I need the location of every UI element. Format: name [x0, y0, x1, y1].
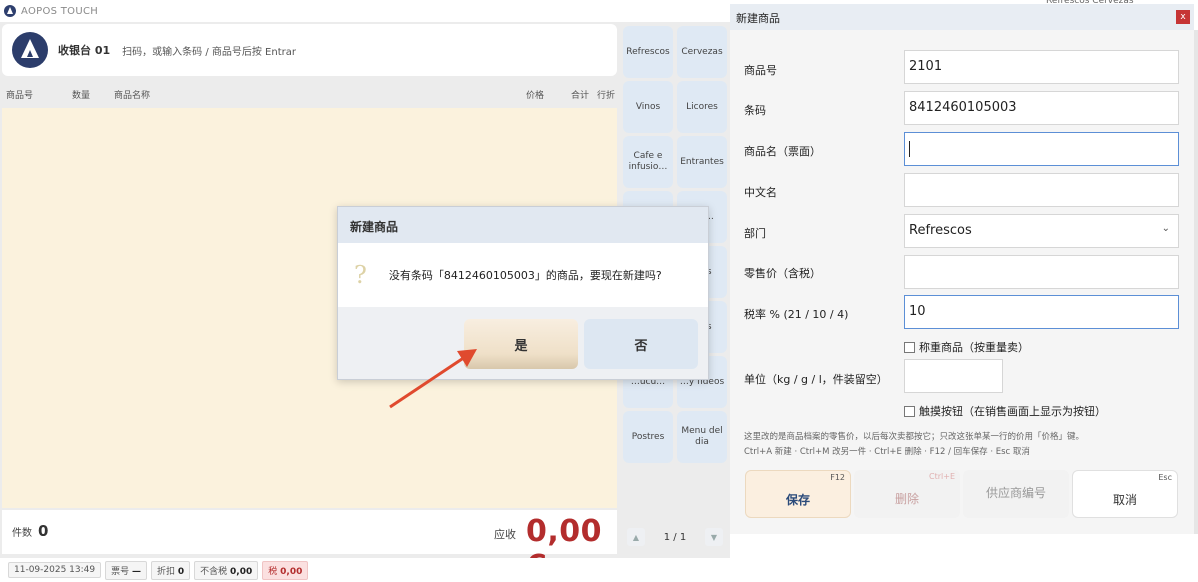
brand-logo-icon: [12, 32, 48, 68]
col-total: 合计: [571, 91, 590, 101]
status-discount: 折扣 0: [151, 560, 191, 580]
item-no-label: 商品号: [744, 64, 777, 77]
no-button[interactable]: 否: [584, 319, 698, 369]
weighed-checkbox-row[interactable]: 称重商品（按重量卖）: [904, 339, 1029, 355]
save-label: 保存: [785, 493, 810, 507]
pager-up-icon[interactable]: ▲: [627, 528, 645, 546]
name-field[interactable]: [904, 132, 1179, 166]
station-header: 收银台 01 扫码，或输入条码 / 商品号后按 Entrar: [2, 24, 617, 76]
items-label: 件数: [12, 528, 32, 539]
delete-label: 删除: [894, 492, 919, 506]
col-discount: 行折: [597, 91, 616, 101]
barcode-field[interactable]: 8412460105003: [904, 91, 1179, 125]
pager-down-icon[interactable]: ▼: [704, 528, 723, 546]
status-ticket: 票号 —: [105, 560, 147, 580]
pos-window: AOPOS TOUCH 收银台 01 扫码，或输入条码 / 商品号后按 Entr…: [0, 0, 730, 582]
chevron-down-icon: ⌄: [1161, 223, 1170, 234]
cancel-shortcut: Esc: [1158, 473, 1172, 482]
text-caret: [909, 141, 910, 157]
item-no-field[interactable]: 2101: [904, 50, 1179, 84]
dept-select[interactable]: Refrescos ⌄: [904, 214, 1179, 248]
tax-rate-field[interactable]: 10: [904, 295, 1179, 329]
status-tax: 税 0,00: [262, 560, 309, 580]
confirm-message: 没有条码「8412460105003」的商品，要现在新建吗?: [388, 269, 662, 282]
category-pager: ▲ 1 / 1 ▼: [621, 522, 729, 552]
discount-value: 0: [177, 566, 185, 577]
items-count: 0: [38, 522, 49, 540]
category-button[interactable]: Postres: [623, 411, 673, 463]
cancel-label: 取消: [1112, 493, 1137, 507]
unit-field[interactable]: [904, 359, 1003, 393]
tax-label: 税: [268, 566, 278, 577]
col-price: 价格: [526, 91, 545, 101]
scan-hint: 扫码，或输入条码 / 商品号后按 Entrar: [122, 46, 296, 58]
annotation-arrow-icon: [389, 349, 477, 409]
discount-label: 折扣: [157, 566, 176, 577]
category-button[interactable]: Vinos: [623, 81, 673, 133]
dialog-title: 新建商品: [730, 4, 1194, 30]
barcode-label: 条码: [744, 104, 766, 117]
app-titlebar: AOPOS TOUCH: [0, 0, 730, 22]
status-bar: 11-09-2025 13:49 票号 — 折扣 0 不含税 0,00 税 0,…: [0, 558, 730, 582]
delete-shortcut: Ctrl+E: [929, 472, 955, 481]
col-qty: 数量: [72, 91, 91, 101]
save-shortcut: F12: [830, 473, 845, 482]
unit-label: 单位（kg / g / l，件装留空）: [744, 373, 888, 386]
cancel-button[interactable]: Esc 取消: [1072, 470, 1178, 518]
category-button[interactable]: Entrantes: [677, 136, 727, 188]
scrollbar[interactable]: [1194, 30, 1198, 534]
dept-label: 部门: [744, 227, 766, 240]
touch-button-checkbox[interactable]: [904, 405, 915, 417]
category-button[interactable]: Cervezas: [677, 26, 727, 78]
status-datetime: 11-09-2025 13:49: [8, 562, 102, 578]
station-name: 收银台 01: [58, 44, 111, 57]
price-field[interactable]: [904, 255, 1179, 289]
supplier-code-button[interactable]: 供应商编号: [963, 470, 1069, 518]
weighed-checkbox[interactable]: [904, 341, 915, 353]
question-icon: ?: [354, 261, 367, 289]
supplier-label: 供应商编号: [985, 486, 1046, 500]
cn-name-field[interactable]: [904, 173, 1179, 207]
confirm-body: ? 没有条码「8412460105003」的商品，要现在新建吗?: [338, 243, 708, 307]
new-product-dialog: Refrescos Cervezas 新建商品 x 商品号 2101 条码 84…: [730, 0, 1198, 582]
price-label: 零售价（含税）: [744, 267, 821, 280]
save-button[interactable]: F12 保存: [745, 470, 851, 518]
dept-value: Refrescos: [909, 223, 972, 238]
touch-button-checkbox-row[interactable]: 触摸按钮（在销售画面上显示为按钮）: [904, 403, 1106, 419]
ticket-label: 票号: [111, 566, 130, 577]
net-label: 不含税: [200, 566, 228, 577]
category-button[interactable]: Licores: [677, 81, 727, 133]
status-net: 不含税 0,00: [194, 560, 259, 580]
price-note: 这里改的是商品档案的零售价，以后每次卖都按它；只改这张单某一行的价用「价格」键。: [744, 432, 1085, 442]
tax-value: 0,00: [280, 566, 303, 577]
order-column-headers: 商品号 数量 商品名称 价格 合计 行折: [2, 84, 617, 106]
tax-rate-label: 税率 % (21 / 10 / 4): [744, 308, 849, 321]
totals-bar: 件数 0 应收 0,00 €: [2, 510, 617, 582]
app-title: AOPOS TOUCH: [21, 5, 99, 17]
product-form: 商品号 2101 条码 8412460105003 商品名（票面） 中文名 部门…: [730, 30, 1194, 534]
app-logo-icon: [4, 5, 16, 17]
delete-button[interactable]: Ctrl+E 删除: [854, 470, 960, 518]
shortcut-note: Ctrl+A 新建 · Ctrl+M 改另一件 · Ctrl+E 删除 · F1…: [744, 447, 1030, 457]
pager-page: 1 / 1: [663, 531, 687, 543]
touch-button-label: 触摸按钮（在销售画面上显示为按钮）: [919, 405, 1106, 418]
net-value: 0,00: [230, 566, 253, 577]
category-button[interactable]: Refrescos: [623, 26, 673, 78]
ticket-value: —: [132, 566, 141, 577]
cn-name-label: 中文名: [744, 186, 777, 199]
col-name: 商品名称: [114, 91, 151, 101]
weighed-label: 称重商品（按重量卖）: [919, 341, 1029, 354]
category-button[interactable]: Cafe e infusio…: [623, 136, 673, 188]
close-icon[interactable]: x: [1176, 10, 1190, 24]
confirm-title: 新建商品: [338, 207, 708, 243]
col-item-no: 商品号: [6, 91, 34, 101]
category-button[interactable]: Menu del dia: [677, 411, 727, 463]
name-label: 商品名（票面）: [744, 145, 821, 158]
amount-due-label: 应收: [494, 528, 516, 541]
